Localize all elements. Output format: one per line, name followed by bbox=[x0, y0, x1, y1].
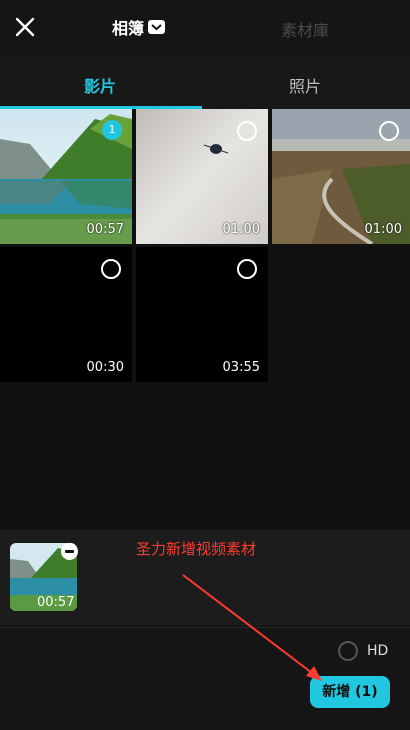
annotation-arrow bbox=[182, 574, 322, 681]
